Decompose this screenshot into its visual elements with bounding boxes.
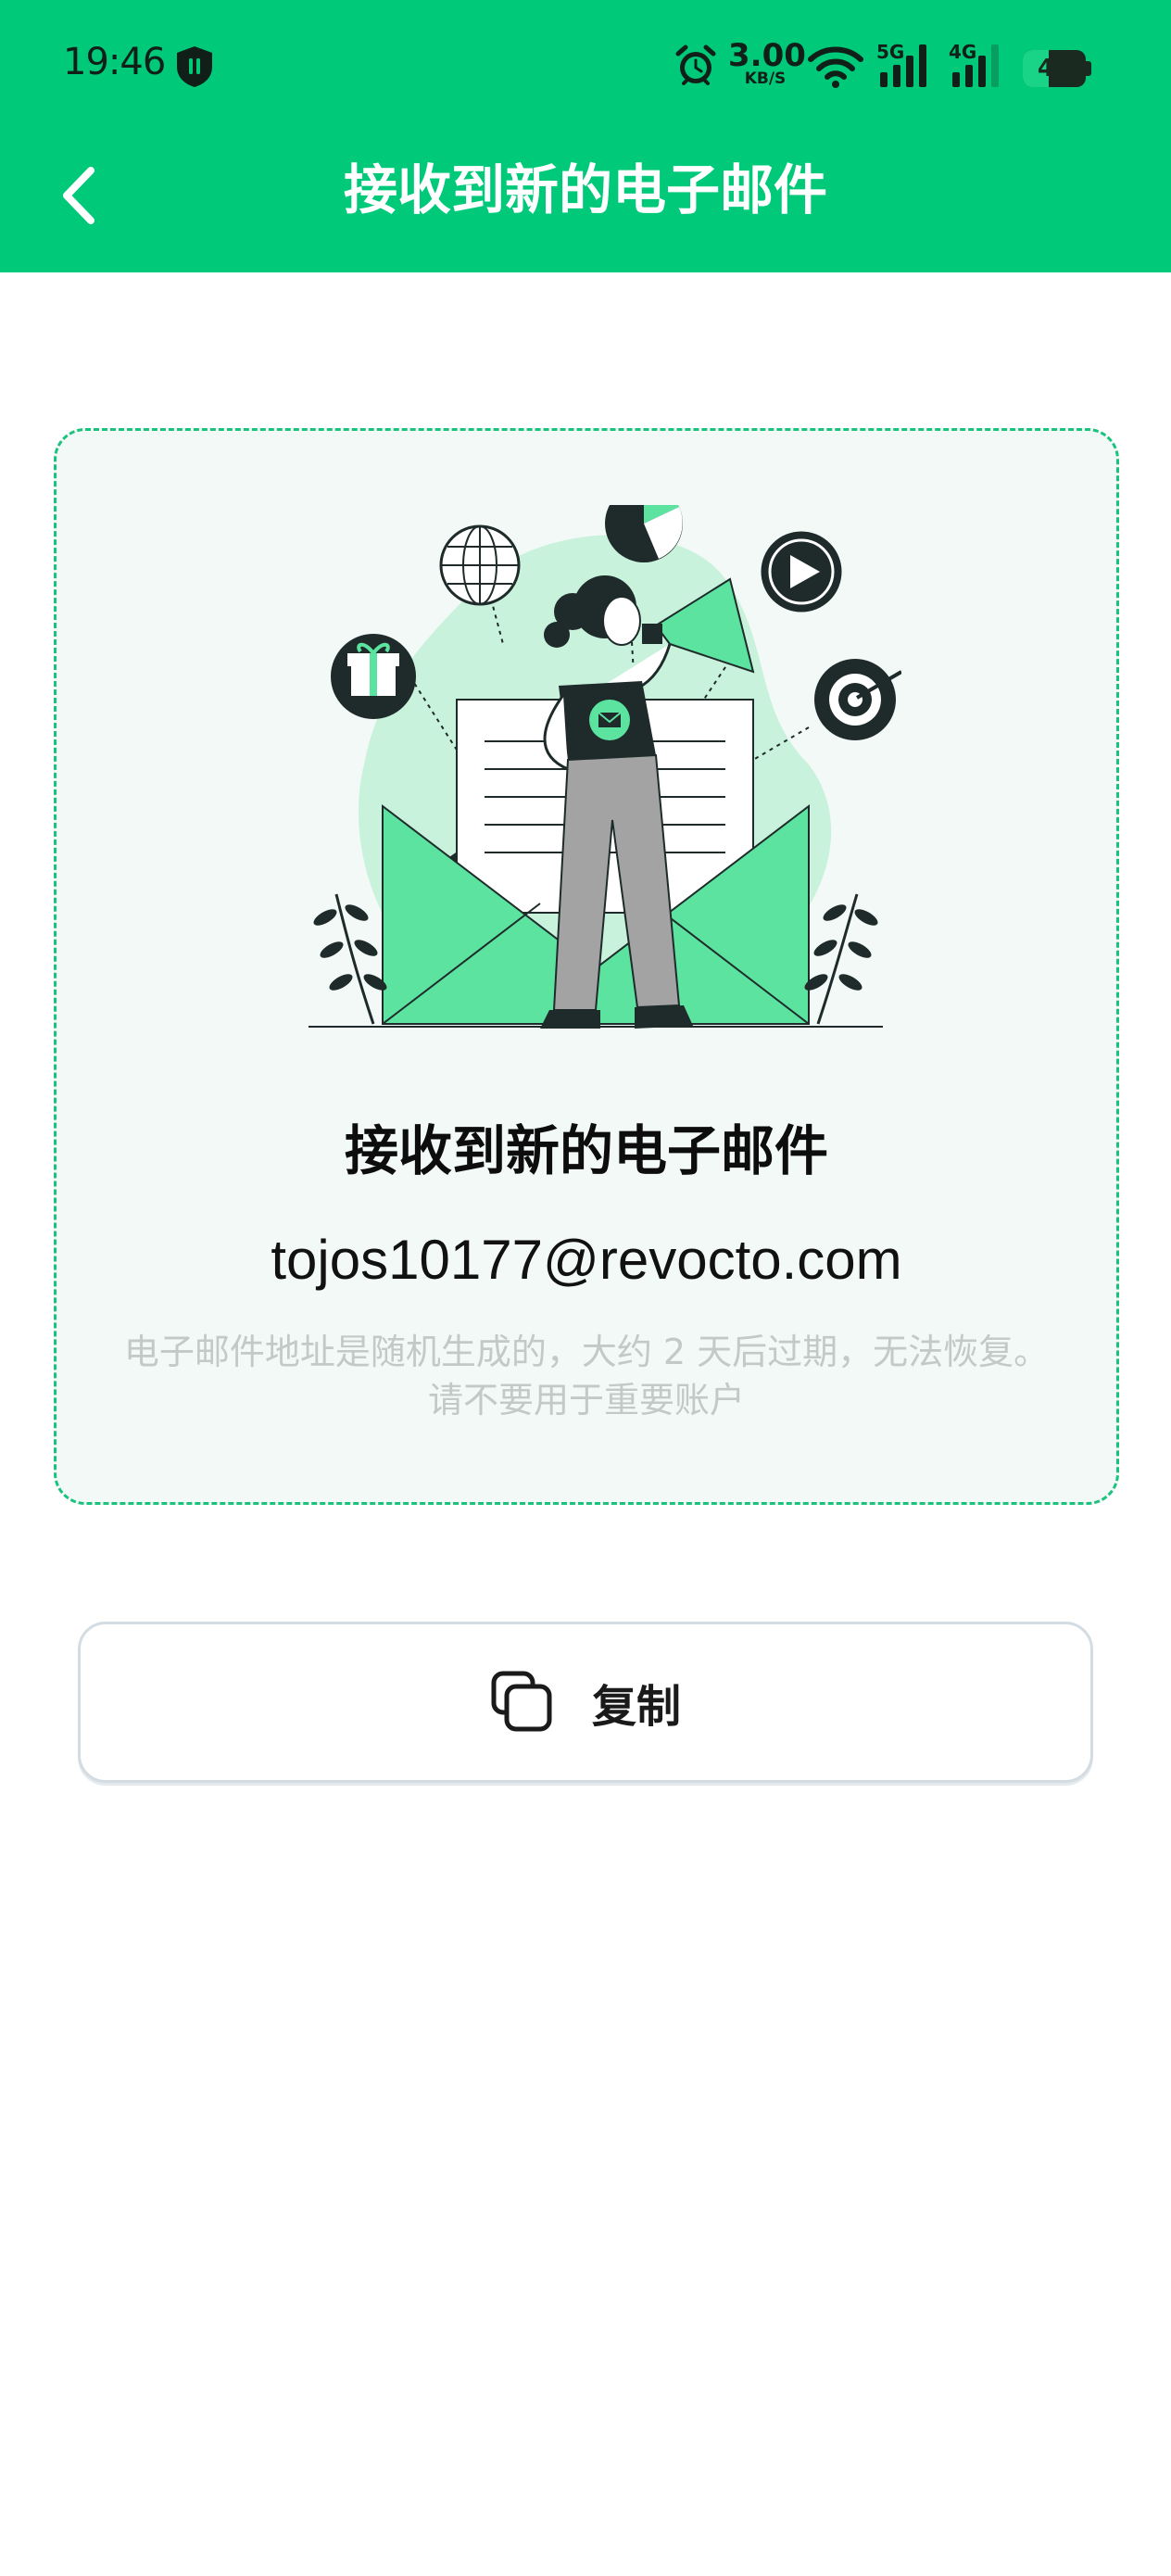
email-address[interactable]: tojos10177@revocto.com [57, 1228, 1116, 1292]
battery-percent: 41 [1037, 55, 1072, 82]
battery-nub [1086, 61, 1091, 76]
signal-icon [880, 44, 926, 87]
shield-icon [177, 46, 212, 87]
network-speed-value: 3.00 [728, 37, 806, 74]
copy-button-label: 复制 [591, 1681, 681, 1733]
network-speed: 3.00 KB/S [728, 37, 806, 87]
wifi-icon [808, 46, 863, 88]
alarm-icon [675, 44, 716, 85]
signal-icon [952, 44, 999, 87]
app-bar: 接收到新的电子邮件 [0, 139, 1171, 272]
battery-icon: 41 [1023, 50, 1091, 87]
back-button[interactable] [37, 154, 120, 237]
email-marketing-illustration [308, 505, 901, 1029]
email-card: 接收到新的电子邮件 tojos10177@revocto.com 电子邮件地址是… [54, 428, 1119, 1505]
back-arrow-icon [63, 167, 94, 224]
card-title: 接收到新的电子邮件 [344, 1119, 828, 1182]
page-title: 接收到新的电子邮件 [343, 158, 827, 221]
signal-4g: 4G [949, 41, 1014, 89]
signal-5g: 5G [876, 41, 941, 89]
battery-body: 41 [1023, 50, 1086, 87]
status-time: 19:46 [63, 41, 166, 83]
expiry-note: 电子邮件地址是随机生成的，大约 2 天后过期，无法恢复。请不要用于重要账户 [123, 1332, 1050, 1421]
copy-button[interactable]: 复制 [78, 1622, 1093, 1783]
header: 19:46 3.00 KB/S 5G 4G 41 接收到新的电子邮件 [0, 0, 1171, 272]
copy-icon [491, 1671, 552, 1732]
status-bar: 19:46 3.00 KB/S 5G 4G 41 [0, 0, 1171, 139]
